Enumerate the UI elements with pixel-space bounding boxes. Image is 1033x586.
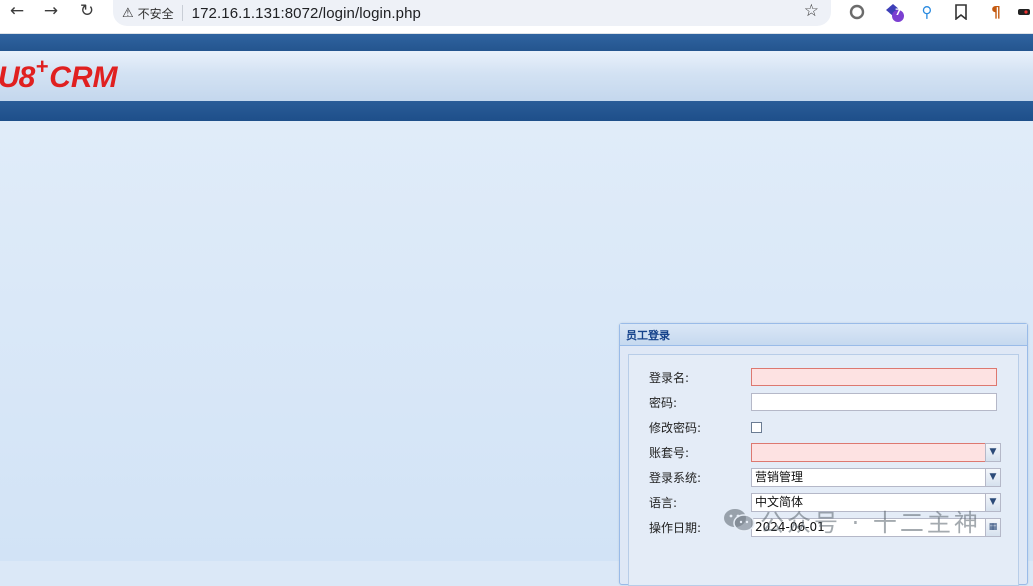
logo-plus: + xyxy=(35,54,49,79)
security-label: 不安全 xyxy=(137,6,174,21)
date-picker[interactable]: 2024-06-01 ▦ xyxy=(751,517,1001,537)
change-password-checkbox[interactable] xyxy=(751,421,762,433)
header-top-band xyxy=(0,34,1033,51)
username-input[interactable] xyxy=(751,368,997,386)
system-row: 登录系统: 营销管理 ▼ xyxy=(649,467,1009,487)
chevron-down-icon[interactable]: ▼ xyxy=(985,492,1001,512)
language-combo[interactable]: 中文简体 ▼ xyxy=(751,492,1001,512)
forward-arrow-icon[interactable]: → xyxy=(38,0,64,22)
address-divider xyxy=(181,5,183,21)
language-value[interactable]: 中文简体 xyxy=(751,492,985,512)
chevron-down-icon[interactable]: ▼ xyxy=(985,442,1001,462)
system-value[interactable]: 营销管理 xyxy=(751,467,985,487)
username-label: 登录名: xyxy=(649,370,690,385)
date-label: 操作日期: xyxy=(649,520,702,535)
warning-triangle-icon: ⚠ xyxy=(122,5,134,21)
account-set-value[interactable] xyxy=(751,442,985,462)
date-value[interactable]: 2024-06-01 xyxy=(751,517,985,537)
date-row: 操作日期: 2024-06-01 ▦ xyxy=(649,517,1009,537)
address-bar[interactable]: ⚠ 不安全 172.16.1.131:8072/login/login.php … xyxy=(113,0,831,26)
login-panel-title: 员工登录 xyxy=(620,324,1027,346)
account-set-combo[interactable]: ▼ xyxy=(751,442,1001,462)
change-password-label: 修改密码: xyxy=(649,420,702,435)
extension-overflow-icon[interactable] xyxy=(1015,1,1033,23)
account-set-label: 账套号: xyxy=(649,445,690,460)
account-set-row: 账套号: ▼ xyxy=(649,442,1009,462)
pilcrow-extension-icon[interactable]: ¶ xyxy=(985,1,1007,23)
location-pin-icon[interactable]: ⚲ xyxy=(916,1,938,23)
password-row: 密码: xyxy=(649,392,1009,412)
back-arrow-icon[interactable]: ← xyxy=(4,0,30,22)
bookmark-icon[interactable] xyxy=(950,1,972,23)
calendar-icon[interactable]: ▦ xyxy=(985,517,1001,537)
change-password-row: 修改密码: xyxy=(649,417,1009,437)
browser-toolbar: ← → ↻ ⚠ 不安全 172.16.1.131:8072/login/logi… xyxy=(0,0,1033,34)
language-label: 语言: xyxy=(649,495,678,510)
extension-badge-icon[interactable]: 7 xyxy=(883,1,905,23)
security-indicator[interactable]: ⚠ 不安全 xyxy=(122,5,174,22)
u8-crm-logo: U8 + CRM xyxy=(0,54,118,98)
header-bottom-band xyxy=(0,101,1033,121)
password-input[interactable] xyxy=(751,393,997,411)
logo-band xyxy=(0,51,1033,101)
language-row: 语言: 中文简体 ▼ xyxy=(649,492,1009,512)
username-row: 登录名: xyxy=(649,367,1009,387)
login-form: 登录名: 密码: 修改密码: 账套号: ▼ 登录系统: 营销管理 ▼ 语言: 中… xyxy=(628,354,1019,586)
extension-badge-count: 7 xyxy=(895,8,902,18)
chevron-down-icon[interactable]: ▼ xyxy=(985,467,1001,487)
url-text[interactable]: 172.16.1.131:8072/login/login.php xyxy=(192,5,421,22)
reload-icon[interactable]: ↻ xyxy=(74,0,100,22)
logo-crm: CRM xyxy=(49,61,118,94)
logo-u8: U8 xyxy=(0,61,35,94)
system-combo[interactable]: 营销管理 ▼ xyxy=(751,467,1001,487)
login-panel: 员工登录 登录名: 密码: 修改密码: 账套号: ▼ 登录系统: 营销管理 ▼ xyxy=(619,323,1028,586)
system-label: 登录系统: xyxy=(649,470,702,485)
password-label: 密码: xyxy=(649,395,678,410)
extension-circle-icon[interactable] xyxy=(846,1,868,23)
bookmark-star-icon[interactable]: ☆ xyxy=(804,1,819,21)
